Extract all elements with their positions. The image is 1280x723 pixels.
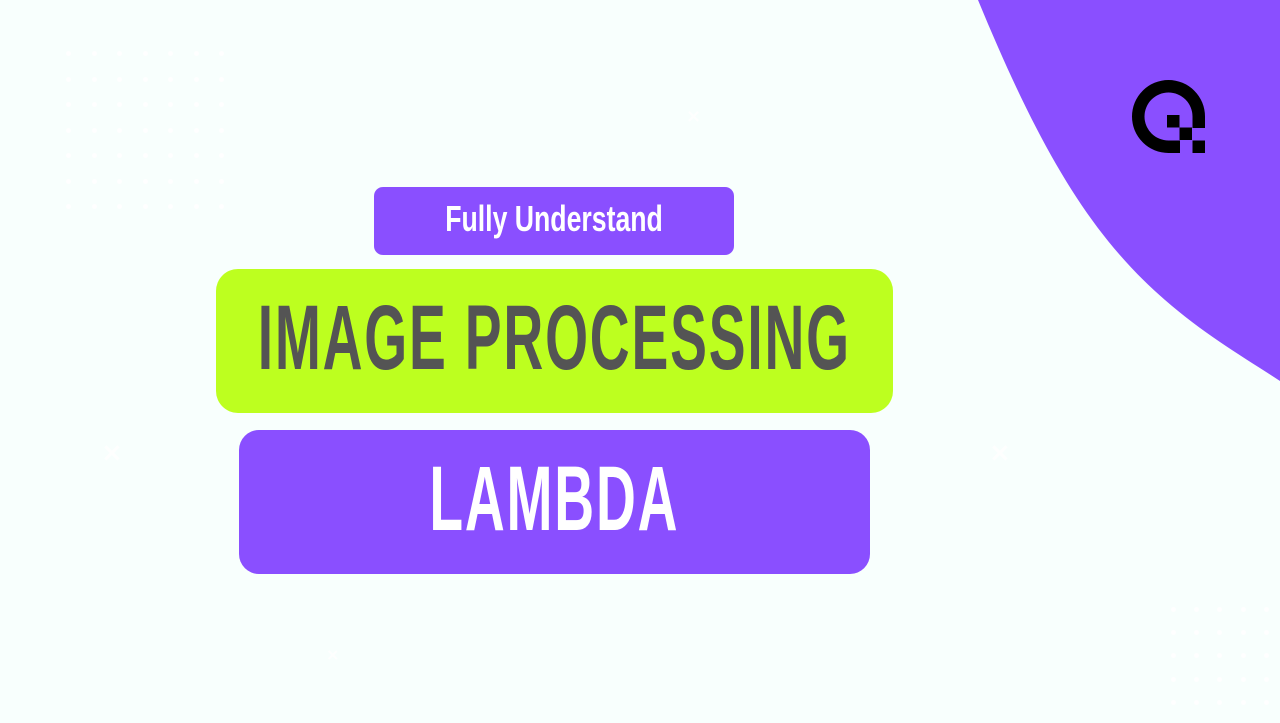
title-text: IMAGE PROCESSING: [257, 286, 852, 389]
dot-grid-top-left: [66, 51, 245, 230]
purple-corner-shape-path: [978, 0, 1280, 381]
cross-decoration-icon: ×: [101, 438, 123, 468]
dot-grid-bottom-right: [1171, 607, 1280, 723]
subtitle-text: LAMBDA: [429, 447, 680, 550]
cross-decoration-icon: ×: [326, 645, 340, 664]
cross-decoration-icon: ×: [686, 106, 702, 127]
cross-decoration-icon: ×: [989, 438, 1011, 468]
brand-logo-icon: [1132, 80, 1205, 153]
kicker-tag: Fully Understand: [374, 187, 734, 255]
kicker-text: Fully Understand: [445, 198, 663, 239]
title-tag: IMAGE PROCESSING: [216, 269, 893, 413]
subtitle-tag: LAMBDA: [239, 430, 870, 574]
